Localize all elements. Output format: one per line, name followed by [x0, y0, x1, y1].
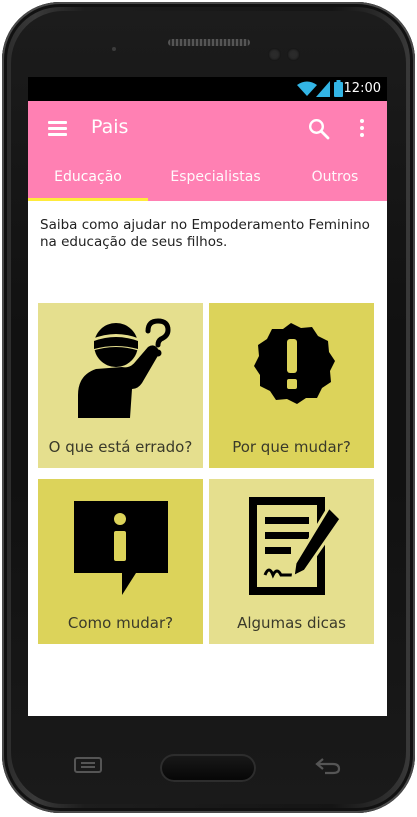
proximity-sensor-dot [112, 47, 116, 51]
confused-person-icon [78, 318, 171, 418]
more-vert-icon[interactable] [358, 119, 366, 139]
info-speech-bubble-icon [74, 501, 168, 595]
card-label: O que está errado? [48, 438, 193, 456]
document-pen-icon [249, 497, 343, 595]
card-label: Por que mudar? [232, 438, 351, 456]
wifi-icon [297, 81, 317, 96]
card-label: Como mudar? [67, 614, 174, 632]
card-como-mudar[interactable]: Como mudar? [38, 479, 203, 644]
search-icon[interactable] [308, 118, 330, 140]
tab-selected-indicator [28, 198, 148, 201]
card-o-que-esta-errado[interactable]: O que está errado? [38, 303, 203, 468]
home-button[interactable] [160, 754, 256, 782]
exclamation-badge-icon [254, 323, 335, 404]
card-label: Algumas dicas [237, 614, 346, 632]
hamburger-menu-icon[interactable] [48, 121, 67, 136]
card-por-que-mudar[interactable]: Por que mudar? [209, 303, 374, 468]
tab-especialistas[interactable]: Especialistas [148, 153, 283, 201]
app-title: Pais [91, 116, 129, 138]
earpiece-speaker [168, 39, 250, 46]
app-bar: Pais [28, 101, 387, 153]
menu-hardware-icon[interactable] [74, 757, 102, 773]
status-time: 12:00 [343, 81, 381, 96]
back-hardware-icon[interactable] [315, 757, 341, 775]
description-text: Saiba como ajudar no Empoderamento Femin… [40, 217, 370, 250]
signal-icon [316, 81, 330, 97]
front-camera [287, 48, 300, 61]
light-sensor [268, 48, 281, 61]
card-algumas-dicas[interactable]: Algumas dicas [209, 479, 374, 644]
tab-bar: Educação Especialistas Outros [28, 153, 387, 201]
tab-outros[interactable]: Outros [283, 153, 387, 201]
battery-icon [334, 80, 343, 97]
tab-educacao[interactable]: Educação [28, 153, 148, 201]
device-screen: 12:00 Pais Educação Especialistas Outros… [28, 77, 387, 716]
status-bar: 12:00 [28, 77, 387, 101]
